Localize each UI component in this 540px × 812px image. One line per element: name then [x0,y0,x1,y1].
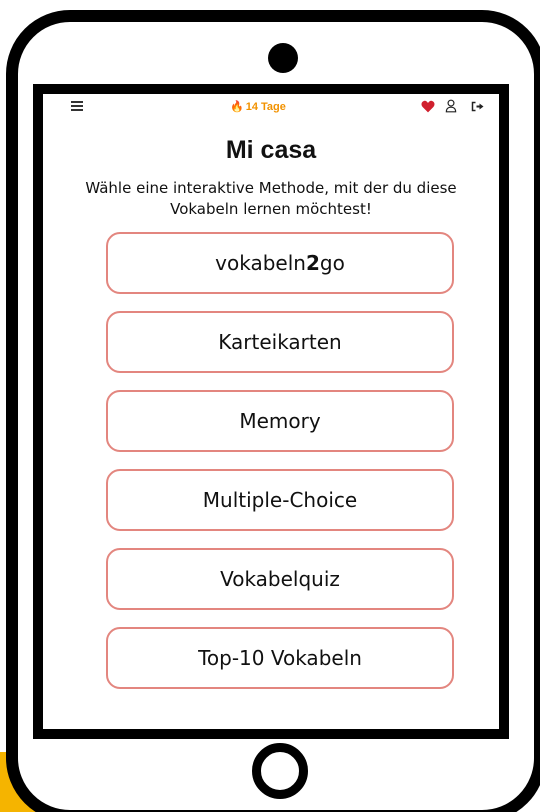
page-title: Mi casa [225,136,317,164]
method-vokabelquiz-button[interactable]: Vokabelquiz [106,548,454,610]
heart-icon[interactable] [421,100,435,113]
streak-label: 14 Tage [245,101,286,113]
home-button[interactable] [252,743,308,799]
method-vokabeln2go-button[interactable]: vokabeln2go [106,232,454,294]
method-list: vokabeln2go Karteikarten Memory Multiple… [106,232,454,706]
user-icon[interactable] [445,99,457,113]
streak-indicator: 🔥 14 Tage [230,100,286,113]
flame-icon: 🔥 [230,101,244,113]
top-navigation: 🔥 14 Tage [43,94,499,120]
method-vokabeln2go-prefix: vokabeln [215,251,306,275]
method-vokabeln2go-suffix: go [319,251,345,275]
page: 🔥 14 Tage Mi casa Wähle eine interaktive … [0,0,540,812]
camera-dot [268,43,298,73]
method-multiple-choice-button[interactable]: Multiple-Choice [106,469,454,531]
method-vokabeln2go-number: 2 [305,251,320,275]
tablet-screen: 🔥 14 Tage Mi casa Wähle eine interaktive … [33,84,509,739]
logout-icon[interactable] [471,101,484,112]
method-top10-button[interactable]: Top-10 Vokabeln [106,627,454,689]
method-karteikarten-button[interactable]: Karteikarten [106,311,454,373]
page-instructions: Wähle eine interaktive Methode, mit der … [85,179,457,218]
method-memory-button[interactable]: Memory [106,390,454,452]
menu-icon[interactable] [71,101,83,111]
